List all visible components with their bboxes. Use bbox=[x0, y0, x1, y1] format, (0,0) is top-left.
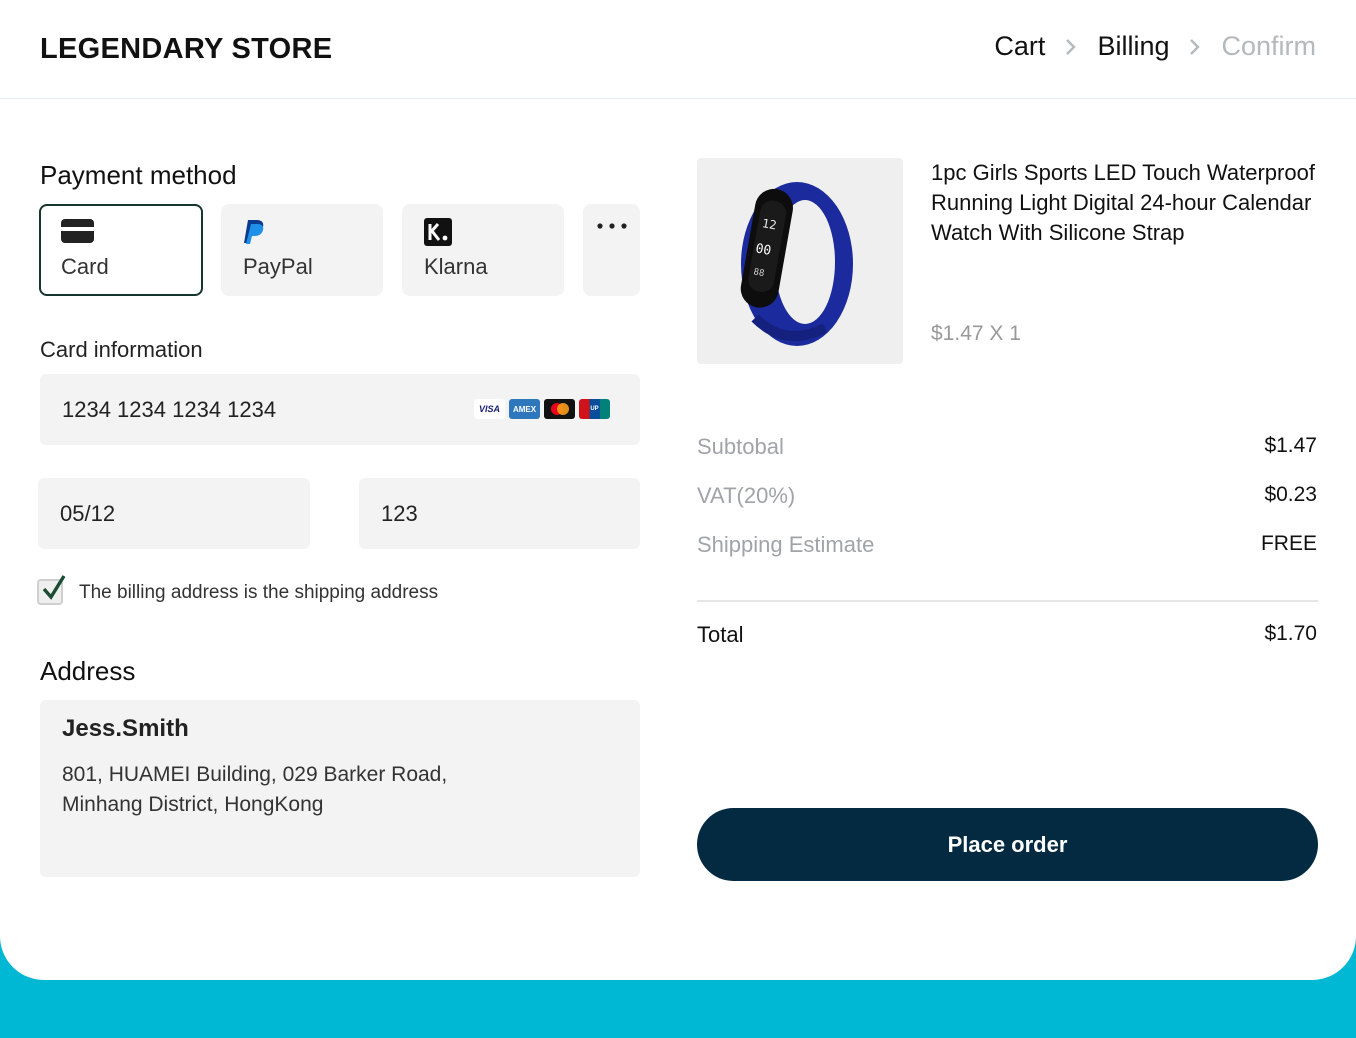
checkmark-icon bbox=[42, 575, 66, 600]
summary-divider bbox=[697, 600, 1318, 602]
svg-text:00: 00 bbox=[754, 241, 772, 258]
breadcrumb: Cart Billing Confirm bbox=[994, 31, 1316, 62]
klarna-icon bbox=[424, 218, 452, 251]
shipping-row: Shipping Estimate FREE bbox=[697, 532, 1317, 562]
payment-option-paypal[interactable]: PayPal bbox=[221, 204, 383, 296]
more-dots-icon bbox=[583, 218, 640, 230]
unionpay-icon: UP bbox=[579, 399, 610, 419]
paypal-icon bbox=[243, 218, 267, 251]
payment-option-card[interactable]: Card bbox=[39, 204, 203, 296]
vat-row: VAT(20%) $0.23 bbox=[697, 483, 1317, 513]
vat-label: VAT(20%) bbox=[697, 483, 796, 508]
expiry-date-value: 05/12 bbox=[60, 500, 116, 526]
payment-method-title: Payment method bbox=[40, 160, 237, 190]
address-line-2: Minhang District, HongKong bbox=[62, 793, 324, 816]
store-logo[interactable]: LEGENDARY STORE bbox=[40, 33, 332, 66]
credit-card-icon bbox=[61, 218, 94, 249]
total-value: $1.70 bbox=[1264, 622, 1317, 645]
svg-text:12: 12 bbox=[761, 216, 778, 232]
product-title[interactable]: 1pc Girls Sports LED Touch Waterproof Ru… bbox=[931, 158, 1321, 248]
subtotal-value: $1.47 bbox=[1264, 434, 1317, 457]
payment-option-klarna[interactable]: Klarna bbox=[402, 204, 564, 296]
product-price-quantity: $1.47 X 1 bbox=[931, 322, 1021, 345]
checkout-sheet: LEGENDARY STORE Cart Billing Confirm Pay… bbox=[0, 0, 1356, 980]
billing-same-as-shipping-checkbox[interactable] bbox=[37, 575, 66, 605]
card-number-field[interactable]: 1234 1234 1234 1234 VISA AMEX UP bbox=[40, 374, 640, 445]
address-recipient-name: Jess.Smith bbox=[62, 715, 189, 742]
cvc-value: 123 bbox=[381, 500, 418, 526]
shipping-label: Shipping Estimate bbox=[697, 532, 875, 557]
billing-same-as-shipping-label[interactable]: The billing address is the shipping addr… bbox=[79, 582, 438, 604]
svg-text:88: 88 bbox=[753, 267, 765, 279]
header: LEGENDARY STORE Cart Billing Confirm bbox=[0, 0, 1356, 99]
watch-product-image[interactable]: 12 00 88 bbox=[697, 158, 903, 364]
visa-icon: VISA bbox=[474, 399, 505, 419]
breadcrumb-cart[interactable]: Cart bbox=[994, 31, 1045, 62]
breadcrumb-billing[interactable]: Billing bbox=[1097, 31, 1169, 62]
payment-option-klarna-label: Klarna bbox=[424, 254, 488, 279]
address-lines: 801, HUAMEI Building, 029 Barker Road, M… bbox=[62, 760, 447, 820]
mastercard-icon bbox=[544, 399, 575, 419]
more-payment-methods-button[interactable] bbox=[583, 204, 640, 296]
chevron-right-icon bbox=[1045, 37, 1097, 57]
expiry-date-field[interactable]: 05/12 bbox=[38, 478, 310, 549]
cvc-field[interactable]: 123 bbox=[359, 478, 640, 549]
payment-option-paypal-label: PayPal bbox=[243, 254, 313, 279]
vat-value: $0.23 bbox=[1264, 483, 1317, 506]
shipping-value: FREE bbox=[1260, 532, 1317, 555]
payment-option-card-label: Card bbox=[61, 254, 109, 279]
card-information-title: Card information bbox=[40, 337, 203, 362]
total-label: Total bbox=[697, 622, 744, 647]
address-card[interactable]: Jess.Smith 801, HUAMEI Building, 029 Bar… bbox=[40, 700, 640, 877]
address-title: Address bbox=[40, 656, 136, 686]
amex-icon: AMEX bbox=[509, 399, 540, 419]
subtotal-label: Subtobal bbox=[697, 434, 784, 459]
card-brands: VISA AMEX UP bbox=[474, 399, 610, 419]
breadcrumb-confirm[interactable]: Confirm bbox=[1221, 31, 1316, 62]
total-row: Total $1.70 bbox=[697, 622, 1317, 652]
card-number-value: 1234 1234 1234 1234 bbox=[62, 396, 277, 422]
chevron-right-icon bbox=[1169, 37, 1221, 57]
subtotal-row: Subtobal $1.47 bbox=[697, 434, 1317, 464]
address-line-1: 801, HUAMEI Building, 029 Barker Road, bbox=[62, 763, 448, 786]
place-order-button[interactable]: Place order bbox=[697, 808, 1318, 881]
